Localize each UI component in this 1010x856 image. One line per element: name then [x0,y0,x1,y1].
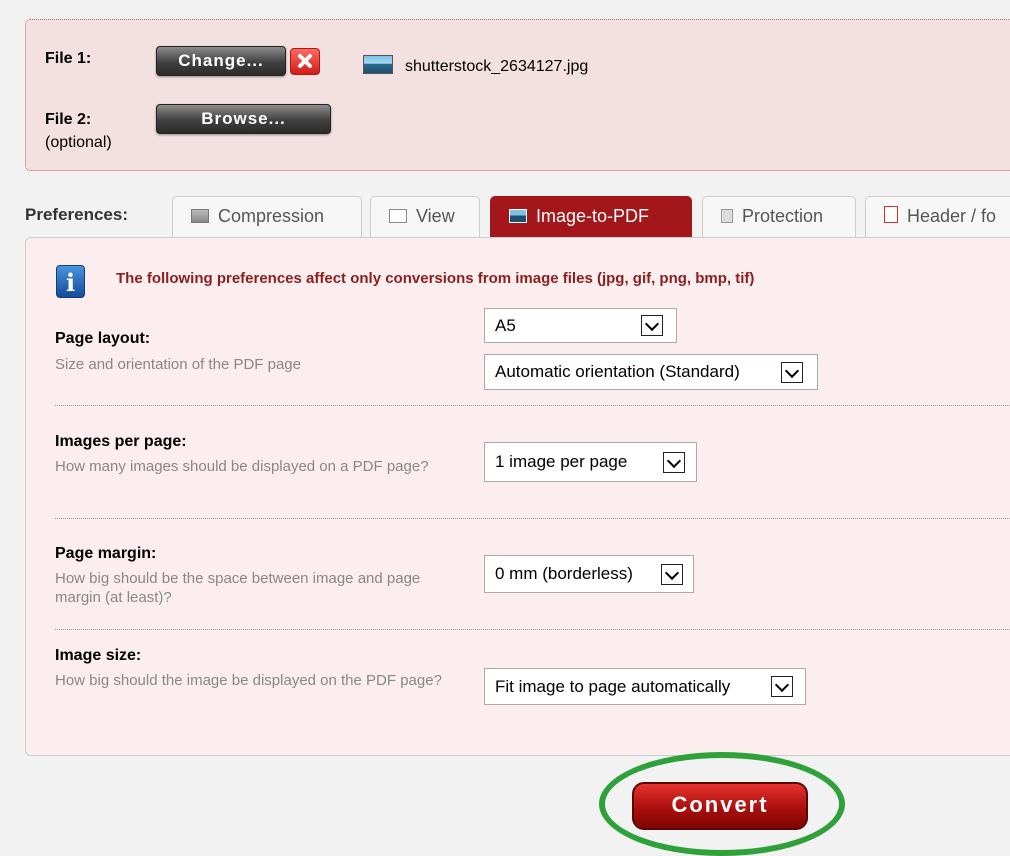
chevron-down-icon [781,362,803,383]
info-message: The following preferences affect only co… [116,270,755,287]
image-icon [509,209,527,223]
file1-label: File 1: [45,50,92,67]
images-per-page-value: 1 image per page [495,452,628,471]
page-layout-desc: Size and orientation of the PDF page [55,356,301,373]
page-margin-desc: How big should be the space between imag… [55,570,421,606]
close-icon [298,54,312,68]
browse-file-button[interactable]: Browse... [156,104,331,134]
document-icon [884,206,898,223]
image-size-value: Fit image to page automatically [495,677,731,696]
page-layout-title: Page layout: [55,330,151,347]
page-size-select[interactable]: A5 [484,308,677,343]
file-upload-box [25,19,1010,171]
tab-protection[interactable]: Protection [702,196,856,238]
images-per-page-select[interactable]: 1 image per page [484,442,697,482]
file2-label: File 2: [45,111,92,128]
image-size-title: Image size: [55,647,142,664]
file2-optional-note: (optional) [45,134,112,151]
magnifier-icon [389,209,407,223]
tab-header-footer[interactable]: Header / fo [865,196,1010,238]
image-file-icon [363,55,393,74]
image-size-select[interactable]: Fit image to page automatically [484,668,806,705]
tab-image-to-pdf[interactable]: Image-to-PDF [490,196,692,238]
highlight-annotation-circle [599,752,845,856]
image-size-desc: How big should the image be displayed on… [55,672,442,689]
page-orientation-select[interactable]: Automatic orientation (Standard) [484,354,818,390]
page-margin-select[interactable]: 0 mm (borderless) [484,555,694,593]
row-divider [55,629,1010,630]
tab-compression[interactable]: Compression [172,196,362,238]
tab-view[interactable]: View [370,196,480,238]
row-divider [55,405,1010,406]
chevron-down-icon [771,676,793,697]
chevron-down-icon [641,315,663,336]
file1-name: shutterstock_2634127.jpg [405,58,589,75]
preferences-label: Preferences: [25,205,129,224]
images-per-page-desc: How many images should be displayed on a… [55,458,429,475]
remove-file-button[interactable] [290,48,320,75]
chevron-down-icon [663,452,685,473]
row-divider [55,518,1010,519]
page-margin-value: 0 mm (borderless) [495,564,633,583]
compression-icon [191,209,209,223]
lock-icon [721,209,733,223]
tab-protection-label: Protection [742,206,824,226]
change-file-button[interactable]: Change... [156,46,286,76]
tab-compression-label: Compression [218,206,325,226]
page-margin-title: Page margin: [55,545,157,562]
info-icon: i [56,265,85,298]
page-orientation-value: Automatic orientation (Standard) [495,362,740,381]
tab-image-to-pdf-label: Image-to-PDF [536,206,650,226]
page-size-value: A5 [495,316,516,335]
tab-header-footer-label: Header / fo [907,206,997,226]
images-per-page-title: Images per page: [55,433,187,450]
chevron-down-icon [661,564,683,585]
tab-view-label: View [416,206,455,226]
